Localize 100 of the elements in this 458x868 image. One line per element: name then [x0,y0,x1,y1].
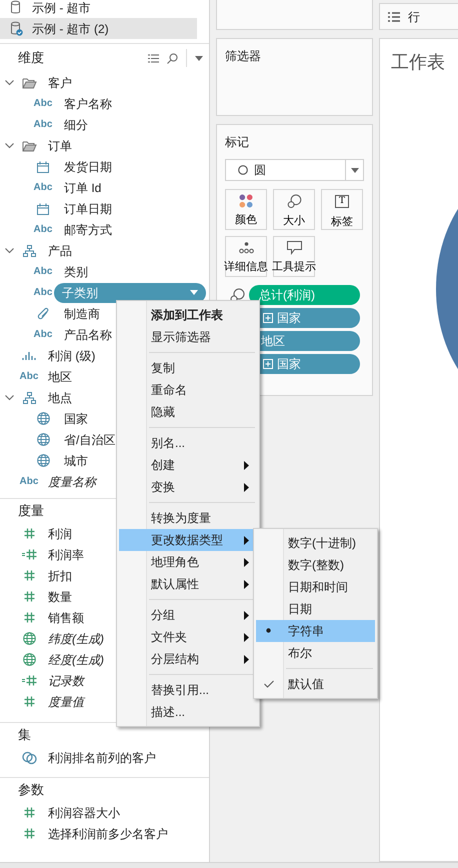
field-label[interactable]: 地点 [40,388,72,406]
field-label[interactable]: 订单日期 [54,200,112,218]
caret-icon [350,168,358,172]
globe-icon [36,433,50,446]
hash-icon [24,612,34,623]
hash-icon [24,828,34,839]
submenu-arrow-icon [244,482,249,492]
menu-item[interactable]: 重命名 [119,379,257,401]
field-label[interactable]: 邮寄方式 [54,220,112,238]
circle-icon [238,165,248,175]
field-label[interactable]: 省/自治区 [54,430,116,448]
chevron-icon[interactable] [4,142,14,148]
field-label[interactable]: 度量值 [40,692,84,710]
menu-item[interactable]: 日期 [256,598,375,620]
field-label[interactable]: 利润容器大小 [40,804,120,822]
submenu-arrow-icon [244,580,249,588]
field-label[interactable]: 经度(生成) [40,650,104,668]
marks-color-button[interactable]: 颜色 [225,189,267,230]
field-label[interactable]: 销售额 [40,608,84,626]
checkmark-icon [264,680,274,688]
field-label[interactable]: 选择利润前多少名客户 [40,824,168,842]
field-label[interactable]: 利润排名前列的客户 [40,748,156,766]
field-label[interactable]: 类别 [54,262,88,280]
field-label[interactable]: 折扣 [40,566,72,584]
menu-item[interactable]: 描述... [119,701,257,723]
marks-tooltip-button[interactable]: 工具提示 [273,236,315,277]
field-label[interactable]: 客户名称 [54,94,112,112]
bullet-icon [266,628,271,633]
menu-item[interactable]: 分层结构 [119,648,257,670]
section-title: 参数 [18,781,44,800]
menu-item[interactable]: 字符串 [256,620,375,642]
menu-item[interactable]: 布尔 [256,642,375,664]
menu-item[interactable]: 数字(十进制) [256,532,375,554]
field-label[interactable]: 城市 [54,452,88,470]
marks-detail-button[interactable]: 详细信息 [225,236,267,277]
mark-type-dropdown[interactable]: 圆 [225,159,364,181]
abc-icon: Abc [34,182,52,192]
menu-item[interactable]: 替换引用... [119,679,257,701]
globe-icon [22,653,36,666]
field-label[interactable]: 利润率 [40,546,84,564]
search-icon[interactable] [167,52,178,64]
hash-icon [24,528,34,539]
caret-icon[interactable] [195,56,203,60]
set-icon [22,750,36,764]
menu-item[interactable]: 创建 [119,454,257,476]
abc-icon: Abc [20,372,38,382]
menu-item[interactable]: 日期和时间 [256,576,375,598]
caret-icon[interactable] [190,290,198,295]
field-label[interactable]: 订单 Id [54,178,102,196]
menu-item[interactable]: 数字(整数) [256,554,375,576]
folder-icon [22,76,36,88]
marks-label-button[interactable]: T 标签 [321,189,363,230]
field-label[interactable]: 发货日期 [54,158,112,176]
field-label[interactable]: 纬度(生成) [40,630,104,648]
database-icon [10,21,24,36]
expand-icon[interactable] [263,359,273,369]
calculated-hash-icon [22,675,36,686]
marks-size-button[interactable]: 大小 [273,189,315,230]
field-label[interactable]: 客户 [40,74,72,92]
field-label[interactable]: 制造商 [54,304,100,322]
expand-icon[interactable] [263,313,273,323]
chevron-icon[interactable] [4,248,14,254]
menu-item[interactable]: 变换 [119,476,257,498]
paperclip-icon [37,307,49,320]
menu-item[interactable]: 默认属性 [119,573,257,595]
speech-bubble-icon [286,241,302,255]
field-label[interactable]: 利润 [40,524,72,542]
menu-item[interactable]: 文件夹 [119,626,257,648]
field-label[interactable]: 数量 [40,588,72,606]
chevron-icon[interactable] [4,394,14,400]
chevron-icon[interactable] [4,80,14,86]
sheet-title: 工作表 [390,51,446,75]
data-source-item[interactable]: 示例 - 超市 (2) [0,18,197,39]
menu-item[interactable]: 别名... [119,432,257,454]
submenu-arrow-icon [244,654,249,664]
data-source-item[interactable]: 示例 - 超市 [0,0,209,18]
field-label[interactable]: 订单 [40,136,72,154]
menu-item[interactable]: 默认值 [256,673,375,695]
menu-item[interactable]: 隐藏 [119,401,257,423]
submenu-arrow-icon [244,558,249,566]
field-label[interactable]: 细分 [54,116,88,134]
hierarchy-icon [22,392,36,404]
field-label[interactable]: 度量名称 [40,472,96,490]
calendar-icon [37,202,49,214]
list-view-icon[interactable] [148,54,159,62]
globe-icon [36,454,50,467]
rows-shelf[interactable]: 行 [379,3,458,30]
card-title: 筛选器 [225,48,262,65]
field-label[interactable]: 国家 [54,410,88,428]
field-label[interactable]: 利润 (级) [40,346,96,364]
menu-item[interactable]: 分组 [119,604,257,626]
menu-item[interactable]: 地理角色 [119,551,257,573]
field-label[interactable]: 产品 [40,242,72,260]
field-label[interactable]: 地区 [40,368,72,386]
calendar-icon [37,160,49,172]
submenu-arrow-icon [244,460,249,470]
menu-item[interactable]: 转换为度量 [119,507,257,529]
field-label[interactable]: 产品名称 [54,326,112,344]
field-label[interactable]: 记录数 [40,672,84,690]
color-dots-icon [239,194,253,208]
